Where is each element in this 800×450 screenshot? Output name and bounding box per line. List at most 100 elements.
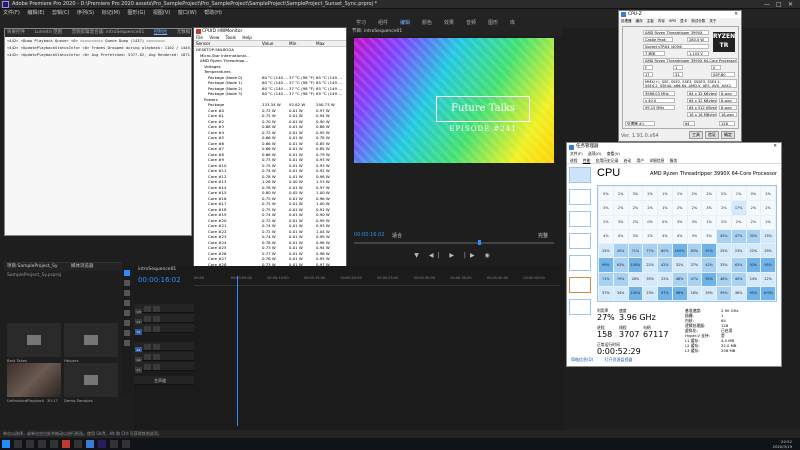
mute-icon[interactable] xyxy=(144,343,151,350)
tab-caches[interactable]: 缓存 xyxy=(636,19,643,23)
menu-graphics[interactable]: 图形(G) xyxy=(125,9,149,18)
task-manager-taskbar-icon[interactable] xyxy=(122,440,130,448)
export-frame-icon[interactable]: ◉ xyxy=(484,252,493,259)
toggle-output-icon[interactable] xyxy=(144,325,151,332)
workspace-libraries[interactable]: 库 xyxy=(510,19,515,26)
menu-sequence[interactable]: 序列(S) xyxy=(74,9,97,18)
validate-button[interactable]: 验证 xyxy=(705,131,719,139)
processor-select[interactable]: 处理器 #1 xyxy=(625,121,655,126)
mute-icon[interactable] xyxy=(144,353,151,360)
tab-bench[interactable]: 测试分数 xyxy=(691,19,705,23)
tools-button[interactable]: 工具 xyxy=(689,131,703,139)
tab-memory[interactable]: 内存 xyxy=(658,19,665,23)
toggle-output-icon[interactable] xyxy=(144,305,151,312)
step-back-icon[interactable]: ◀| xyxy=(429,252,444,259)
workspace-graphics[interactable]: 图形 xyxy=(488,19,498,26)
menu-view[interactable]: 查看(V) xyxy=(607,151,620,156)
quality-select[interactable]: 完整 xyxy=(538,232,548,239)
task-view-icon[interactable] xyxy=(26,440,34,448)
lock-icon[interactable] xyxy=(153,305,160,312)
mark-in-icon[interactable]: ▼ xyxy=(414,252,423,259)
lock-icon[interactable] xyxy=(153,325,160,332)
bin-item[interactable]: Helpers xyxy=(64,323,118,363)
menu-help[interactable]: Help xyxy=(242,35,252,40)
app-taskbar-icon[interactable] xyxy=(74,440,82,448)
timeline-ruler[interactable]: 00:00 00:00:05:00 00:00:10:00 00:00:15:00 00… xyxy=(194,276,560,286)
close-button[interactable]: ✕ xyxy=(788,0,793,8)
tab-lumetri-scopes[interactable]: Lumetri 范围 xyxy=(34,30,62,35)
menu-window[interactable]: 窗口(W) xyxy=(175,9,200,18)
minimize-button[interactable]: — xyxy=(764,0,770,8)
tab-processes[interactable]: 进程 xyxy=(570,158,578,163)
tab-metadata[interactable]: 元数据 xyxy=(177,30,191,35)
type-tool-icon[interactable] xyxy=(124,340,130,346)
bin-item[interactable]: Demo Samples xyxy=(64,363,118,403)
ripple-edit-tool-icon[interactable] xyxy=(124,290,130,296)
menu-file[interactable]: 文件(F) xyxy=(0,9,23,18)
track-label[interactable]: A3 xyxy=(135,367,142,373)
tab-users[interactable]: 用户 xyxy=(636,158,644,163)
cpuz-taskbar-icon[interactable] xyxy=(86,440,94,448)
scrubber-head[interactable] xyxy=(478,240,481,245)
workspace-audio[interactable]: 音频 xyxy=(466,19,476,26)
ok-button[interactable]: 确定 xyxy=(721,131,735,139)
sidebar-item-cpu[interactable] xyxy=(569,167,591,183)
solo-icon[interactable] xyxy=(153,363,160,370)
timeline-timecode[interactable]: 00:00:16:02 xyxy=(138,276,181,284)
menu-file[interactable]: File xyxy=(196,35,203,40)
tab-services[interactable]: 服务 xyxy=(670,158,678,163)
track-label[interactable]: V1 xyxy=(135,329,142,335)
close-button[interactable]: ✕ xyxy=(734,11,738,18)
sidebar-item-disk3[interactable] xyxy=(569,255,591,271)
tab-startup[interactable]: 启动 xyxy=(624,158,632,163)
tab-spd[interactable]: SPD xyxy=(669,19,676,23)
tab-graphics[interactable]: 显卡 xyxy=(680,19,687,23)
workspace-effects[interactable]: 效果 xyxy=(444,19,454,26)
tab-about[interactable]: 关于 xyxy=(709,19,716,23)
tab-details[interactable]: 详细信息 xyxy=(649,158,664,163)
file-explorer-icon[interactable] xyxy=(38,440,46,448)
tab-console[interactable]: 控制台 xyxy=(154,30,168,35)
system-clock[interactable]: 20:52 2020/3/19 xyxy=(773,439,792,449)
fit-select[interactable]: 适合 xyxy=(392,232,402,239)
solo-icon[interactable] xyxy=(153,343,160,350)
selection-tool-icon[interactable] xyxy=(124,270,130,276)
menu-options[interactable]: 选项(O) xyxy=(588,151,602,156)
razor-tool-icon[interactable] xyxy=(124,300,130,306)
sidebar-item-disk[interactable] xyxy=(569,211,591,227)
mute-icon[interactable] xyxy=(144,363,151,370)
playback-scrubber[interactable] xyxy=(354,240,554,245)
solo-icon[interactable] xyxy=(153,353,160,360)
timeline-tab[interactable]: introSequence01 xyxy=(134,266,564,274)
menu-view[interactable]: View xyxy=(209,35,219,40)
start-button-icon[interactable] xyxy=(2,440,10,448)
toggle-output-icon[interactable] xyxy=(144,315,151,322)
workspace-assembly[interactable]: 组件 xyxy=(378,19,388,26)
sidebar-item-gpu[interactable] xyxy=(569,299,591,315)
menu-clip[interactable]: 剪辑(C) xyxy=(49,9,72,18)
menu-help[interactable]: 帮助(H) xyxy=(201,9,225,18)
menu-view[interactable]: 视图(V) xyxy=(150,9,173,18)
tab-project[interactable]: 项目:SampleProject_Sy xyxy=(7,264,58,269)
tab-mainboard[interactable]: 主板 xyxy=(647,19,654,23)
program-monitor-tab[interactable]: 节目: introSequence01 xyxy=(348,28,562,36)
slip-tool-icon[interactable] xyxy=(124,310,130,316)
maximize-button[interactable]: □ xyxy=(776,0,782,8)
hwmonitor-taskbar-icon[interactable] xyxy=(62,440,70,448)
playhead[interactable] xyxy=(237,276,238,426)
program-timecode[interactable]: 00:00:16:02 xyxy=(354,232,554,240)
menu-edit[interactable]: 编辑(E) xyxy=(24,9,47,18)
lock-icon[interactable] xyxy=(153,315,160,322)
tab-media-browser[interactable]: 媒体浏览器 xyxy=(71,264,94,269)
sidebar-item-disk2[interactable] xyxy=(569,233,591,249)
master-track[interactable]: 主声道 xyxy=(134,376,194,385)
workspace-learn[interactable]: 学习 xyxy=(356,19,366,26)
browser-icon[interactable] xyxy=(50,440,58,448)
step-forward-icon[interactable]: |▶ xyxy=(464,252,479,259)
tab-audio-mixer[interactable]: 音频剪辑混合器: introSequence01 xyxy=(72,30,145,35)
pen-tool-icon[interactable] xyxy=(124,320,130,326)
premiere-taskbar-icon[interactable] xyxy=(98,440,106,448)
tab-performance[interactable]: 性能 xyxy=(583,158,591,163)
menu-tools[interactable]: Tools xyxy=(226,35,236,40)
tab-effect-controls[interactable]: 效果控件 xyxy=(7,30,25,35)
